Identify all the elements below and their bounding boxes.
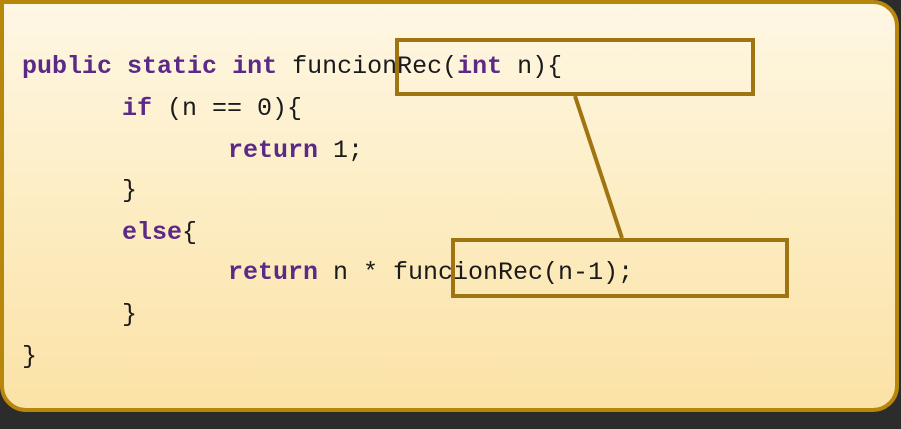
return-expression: n * xyxy=(318,258,394,287)
keyword-static: static xyxy=(127,52,218,81)
close-brace: } xyxy=(122,176,138,205)
keyword-public: public xyxy=(22,52,113,81)
code-line-5: else{ xyxy=(122,218,197,248)
code-line-7: } xyxy=(122,300,137,330)
return-value: 1; xyxy=(318,136,364,165)
code-line-3: return 1; xyxy=(228,136,363,166)
else-brace: { xyxy=(182,218,198,247)
keyword-else: else xyxy=(122,218,183,247)
code-line-2: if (n == 0){ xyxy=(122,94,302,124)
if-condition: (n == 0){ xyxy=(152,94,303,123)
code-line-4: } xyxy=(122,176,137,206)
keyword-return: return xyxy=(228,258,319,287)
keyword-if: if xyxy=(122,94,153,123)
close-brace: } xyxy=(122,300,138,329)
recursive-call-highlight-box xyxy=(451,238,789,298)
close-brace: } xyxy=(22,342,38,371)
code-line-8: } xyxy=(22,342,37,372)
keyword-return: return xyxy=(228,136,319,165)
signature-highlight-box xyxy=(395,38,755,96)
keyword-int: int xyxy=(232,52,278,81)
